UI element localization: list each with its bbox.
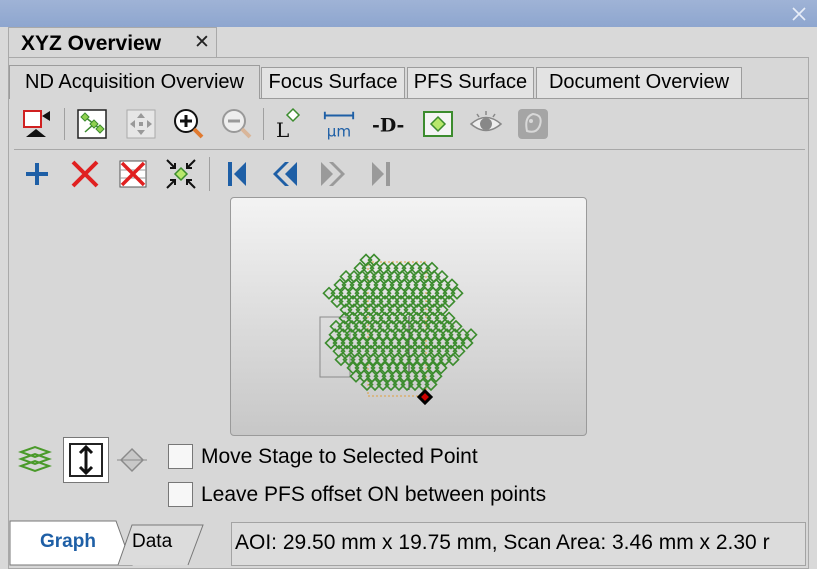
document-tab-close-icon[interactable]: ✕	[194, 31, 210, 54]
diamond-frame-icon[interactable]	[421, 107, 455, 141]
d-distance-icon[interactable]: -D-	[372, 107, 406, 141]
xyz-overview-graph[interactable]	[230, 197, 587, 436]
zoom-in-icon[interactable]	[171, 106, 205, 140]
previous-point-icon[interactable]	[268, 157, 302, 191]
vertical-arrow-icon	[69, 443, 103, 477]
close-icon[interactable]	[790, 5, 808, 23]
pan-icon[interactable]	[124, 107, 158, 141]
document-tab[interactable]: XYZ Overview ✕	[8, 27, 217, 58]
l-shape-icon[interactable]: L	[272, 107, 306, 141]
tab-pfs-surface[interactable]: PFS Surface	[407, 67, 534, 99]
tab-focus-surface[interactable]: Focus Surface	[261, 67, 405, 99]
status-text: AOI: 29.50 mm x 19.75 mm, Scan Area: 3.4…	[231, 522, 806, 566]
first-point-icon[interactable]	[220, 157, 254, 191]
next-point-icon[interactable]	[316, 157, 350, 191]
diamond-marker-icon[interactable]	[115, 443, 149, 477]
move-stage-checkbox[interactable]	[168, 444, 193, 469]
layers-icon[interactable]	[18, 443, 52, 477]
micrometer-label: μm	[327, 122, 351, 140]
leave-pfs-label: Leave PFS offset ON between points	[201, 483, 547, 506]
eye-icon[interactable]	[469, 107, 503, 141]
selected-point-marker[interactable]	[416, 388, 434, 406]
connect-points-icon[interactable]	[75, 107, 109, 141]
zoom-out-icon[interactable]	[219, 106, 253, 140]
last-point-icon[interactable]	[364, 157, 398, 191]
point-grid-canvas[interactable]	[231, 198, 587, 436]
d-distance-label: -D-	[372, 115, 404, 137]
leave-pfs-checkbox[interactable]	[168, 482, 193, 507]
tab-document-overview[interactable]: Document Overview	[536, 67, 742, 99]
document-tab-title: XYZ Overview	[21, 32, 162, 55]
toolbar-divider	[14, 149, 805, 150]
select-mode-icon[interactable]	[19, 107, 53, 141]
tab-data[interactable]: Data	[132, 531, 172, 553]
micrometer-scale-icon[interactable]: μm	[322, 107, 356, 141]
tab-graph[interactable]: Graph	[40, 531, 96, 553]
tab-nd-acquisition-overview[interactable]: ND Acquisition Overview	[9, 65, 260, 99]
collapse-points-icon[interactable]	[164, 157, 198, 191]
toolbar-separator	[263, 108, 264, 140]
delete-all-icon[interactable]	[116, 157, 150, 191]
z-range-toggle[interactable]	[63, 437, 109, 483]
move-stage-label: Move Stage to Selected Point	[201, 445, 478, 468]
toolbar-separator	[64, 108, 65, 140]
l-shape-label: L	[276, 118, 289, 141]
toolbar-separator	[209, 157, 210, 191]
stage-point-marker[interactable]	[322, 286, 336, 300]
add-point-icon[interactable]	[20, 157, 54, 191]
ghost-icon[interactable]	[516, 107, 550, 141]
delete-point-icon[interactable]	[68, 157, 102, 191]
window-title-bar	[0, 0, 817, 27]
